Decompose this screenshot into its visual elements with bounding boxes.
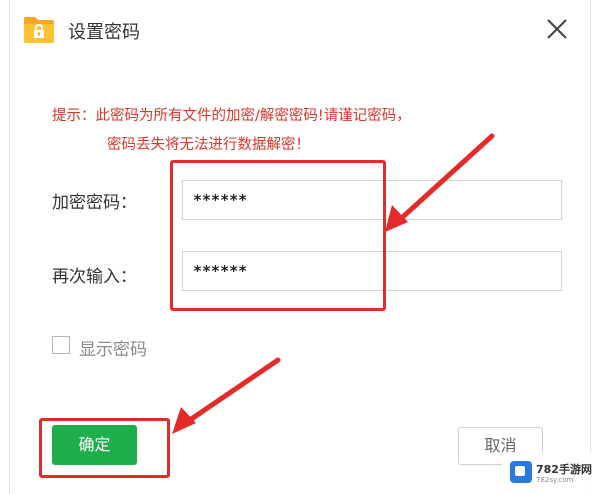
confirm-password-input[interactable]: ****** — [182, 251, 562, 291]
warning-text-line1: 提示：此密码为所有文件的加密/解密密码!请谨记密码， — [52, 108, 411, 124]
encrypt-password-label: 加密密码： — [52, 193, 137, 213]
site-watermark: 782手游网 782sy.com — [502, 452, 596, 494]
confirm-password-label: 再次输入： — [52, 267, 137, 287]
dialog-title: 设置密码 — [68, 22, 140, 43]
warning-text-line2: 密码丢失将无法进行数据解密！ — [107, 137, 310, 153]
watermark-logo-icon — [510, 461, 532, 483]
watermark-subtext: 782sy.com — [536, 476, 574, 484]
title-bar: 设置密码 — [10, 0, 590, 62]
watermark-text: 782手游网 — [536, 463, 592, 476]
ok-button[interactable]: 确定 — [52, 425, 137, 465]
close-icon[interactable] — [542, 14, 572, 44]
set-password-dialog: 设置密码 提示：此密码为所有文件的加密/解密密码!请谨记密码， 密码丢失将无法进… — [9, 0, 591, 494]
encrypt-password-input[interactable]: ****** — [182, 180, 562, 220]
folder-lock-icon — [24, 17, 54, 43]
show-password-checkbox[interactable] — [52, 336, 70, 354]
show-password-label: 显示密码 — [79, 340, 147, 360]
